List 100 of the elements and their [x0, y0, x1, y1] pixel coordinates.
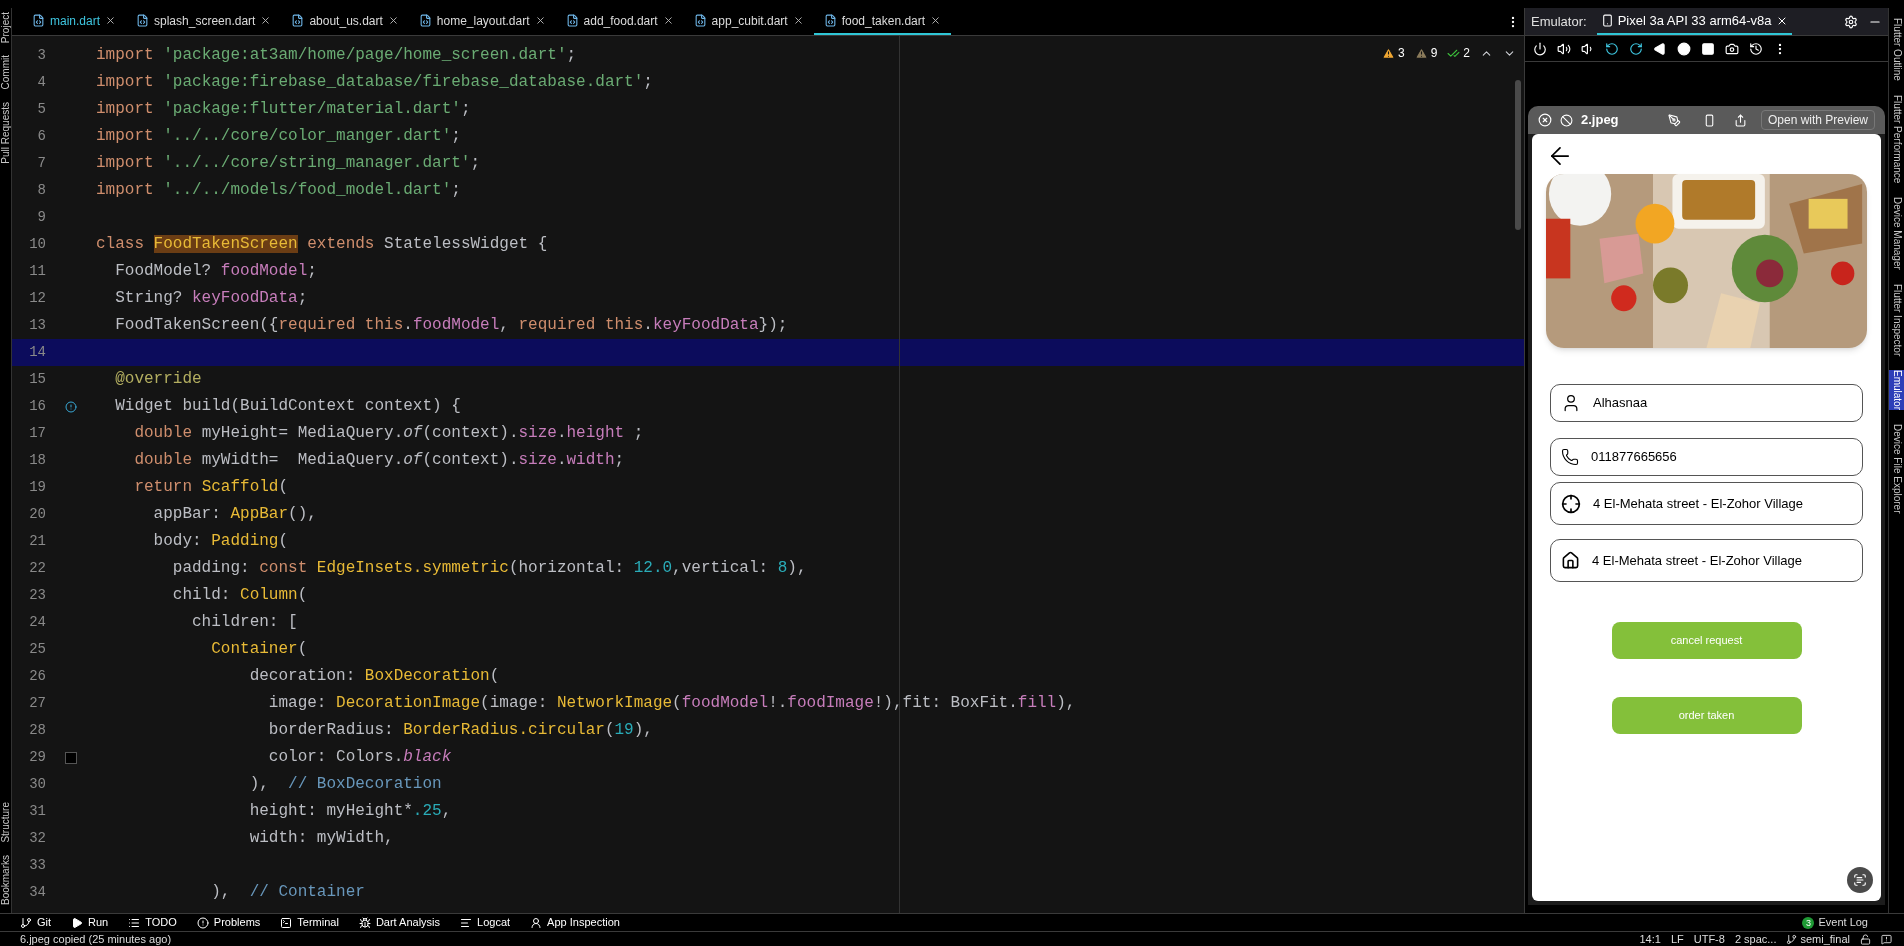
close-icon[interactable]	[662, 15, 674, 26]
tool-window-tab[interactable]: Structure	[0, 802, 11, 843]
caret-position[interactable]: 14:1	[1639, 932, 1661, 946]
event-log-button[interactable]: 3 Event Log	[1802, 914, 1868, 931]
color-swatch[interactable]	[65, 751, 77, 764]
play-icon	[71, 916, 84, 929]
info-field[interactable]: 4 El-Mehata street - El-Zohor Village	[1550, 539, 1863, 582]
close-icon[interactable]	[534, 15, 546, 26]
editor-tab[interactable]: food_taken.dart	[813, 8, 952, 35]
close-icon[interactable]	[792, 15, 804, 26]
info-field[interactable]: 4 El-Mehata street - El-Zohor Village	[1550, 482, 1863, 525]
tool-window-tab[interactable]: Device Manager	[1889, 197, 1904, 270]
lock-icon[interactable]	[1860, 933, 1871, 945]
tool-window-tab[interactable]: Device File Explorer	[1889, 424, 1904, 514]
house-icon	[1561, 551, 1580, 570]
tool-window-tab[interactable]: Commit	[0, 55, 11, 90]
info-field[interactable]: Alhasnaa	[1550, 384, 1863, 422]
target-icon	[1561, 493, 1581, 514]
tool-window-button[interactable]: App Inspection	[530, 914, 620, 931]
line-number: 29	[28, 748, 46, 767]
tool-window-button[interactable]: TODO	[128, 914, 177, 931]
code-line: return Scaffold(	[133, 477, 289, 498]
close-icon[interactable]	[260, 15, 272, 26]
close-icon[interactable]	[387, 15, 399, 26]
close-icon[interactable]	[1538, 113, 1552, 127]
code-line: image: DecorationImage(image: NetworkImage(foodModel!.foodImage!),fit: BoxFit.fill),	[267, 693, 1076, 714]
indent-setting[interactable]: 2 spac...	[1734, 932, 1777, 946]
line-number: 14	[28, 343, 46, 362]
device-tab[interactable]: Pixel 3a API 33 arm64-v8a	[1596, 8, 1792, 35]
editor-tab[interactable]: splash_screen.dart	[126, 8, 282, 35]
tool-window-button[interactable]: Dart Analysis	[358, 914, 441, 931]
snapshot-icon[interactable]	[1749, 41, 1763, 56]
notification-icon[interactable]	[1881, 933, 1892, 945]
editor-tab[interactable]: about_us.dart	[281, 8, 409, 35]
line-number: 24	[28, 613, 46, 632]
markup-icon[interactable]	[1667, 113, 1681, 127]
inspection-counter[interactable]: 9	[1414, 44, 1438, 62]
close-icon[interactable]	[930, 15, 942, 26]
editor-tab[interactable]: main.dart	[22, 8, 127, 35]
line-number: 27	[28, 694, 46, 713]
camera-icon[interactable]	[1725, 41, 1739, 56]
block-icon[interactable]	[1560, 113, 1573, 127]
scan-button[interactable]	[1847, 867, 1873, 893]
open-with-preview-button[interactable]: Open with Preview	[1760, 110, 1875, 130]
tool-window-tab[interactable]: Pull Requests	[0, 101, 11, 164]
back-icon[interactable]	[1653, 41, 1667, 56]
editor-tab[interactable]: home_layout.dart	[408, 8, 556, 35]
scan-icon	[1853, 873, 1867, 887]
line-number: 10	[28, 235, 46, 254]
line-number: 12	[28, 289, 46, 308]
rotate-left-icon[interactable]	[1605, 41, 1619, 56]
tool-window-button[interactable]: Git	[20, 914, 52, 931]
scrollbar-thumb[interactable]	[1515, 80, 1521, 230]
line-number: 8	[36, 181, 46, 200]
tool-window-tab[interactable]: Bookmarks	[0, 855, 11, 905]
code-line: FoodTakenScreen({required this.foodModel, required this.keyFoodData});	[114, 315, 788, 336]
tool-window-button[interactable]: Logcat	[460, 914, 511, 931]
alert-icon	[196, 916, 209, 929]
line-number: 16	[28, 397, 46, 416]
code-line: import 'package:flutter/material.dart';	[96, 99, 471, 120]
tool-window-button[interactable]: Run	[71, 914, 109, 931]
code-line: ), // Container	[210, 882, 365, 903]
tool-window-button[interactable]: Problems	[196, 914, 261, 931]
inspection-counter[interactable]: 2	[1447, 44, 1470, 62]
line-number: 23	[28, 586, 46, 605]
tool-window-tab[interactable]: Emulator	[1889, 370, 1904, 411]
code-line: import 'package:firebase_database/firebase_database.dart';	[96, 72, 653, 93]
close-icon[interactable]	[105, 15, 117, 26]
tool-window-tab[interactable]: Project	[0, 12, 11, 44]
settings-icon[interactable]	[1844, 14, 1858, 29]
tool-window-tab[interactable]: Flutter Performance	[1889, 94, 1904, 184]
inspection-counter[interactable]: 3	[1381, 44, 1405, 62]
volume-up-icon[interactable]	[1557, 41, 1571, 56]
list-icon	[128, 916, 141, 929]
file-encoding[interactable]: UTF-8	[1693, 932, 1725, 946]
line-number: 6	[36, 127, 46, 146]
line-number: 15	[28, 370, 46, 389]
share-icon[interactable]	[1733, 113, 1747, 127]
info-field[interactable]: 011877665656	[1550, 438, 1863, 476]
dart-file-icon	[693, 14, 707, 27]
line-number: 25	[28, 640, 46, 659]
code-line: @override	[114, 369, 202, 390]
terminal-icon	[280, 916, 293, 929]
lines-icon	[460, 916, 473, 929]
branch-icon	[1786, 933, 1798, 945]
tool-window-tab[interactable]: Flutter Outline	[1889, 18, 1904, 81]
editor-tab[interactable]: add_food.dart	[555, 8, 684, 35]
editor-tab[interactable]: app_cubit.dart	[683, 8, 814, 35]
code-line: class FoodTakenScreen extends StatelessWidget {	[96, 234, 548, 255]
tool-window-button[interactable]: Terminal	[280, 914, 339, 931]
tool-window-tab[interactable]: Flutter Inspector	[1889, 284, 1904, 357]
power-icon[interactable]	[1533, 41, 1547, 56]
phone-icon	[1600, 14, 1614, 27]
line-separator[interactable]: LF	[1670, 932, 1684, 946]
home-icon[interactable]	[1677, 41, 1691, 56]
dart-file-icon	[291, 14, 305, 27]
branch-widget[interactable]: semi_final	[1786, 932, 1850, 946]
rotate-right-icon[interactable]	[1629, 41, 1643, 56]
override-icon[interactable]	[65, 400, 77, 413]
overview-icon[interactable]	[1701, 41, 1715, 56]
